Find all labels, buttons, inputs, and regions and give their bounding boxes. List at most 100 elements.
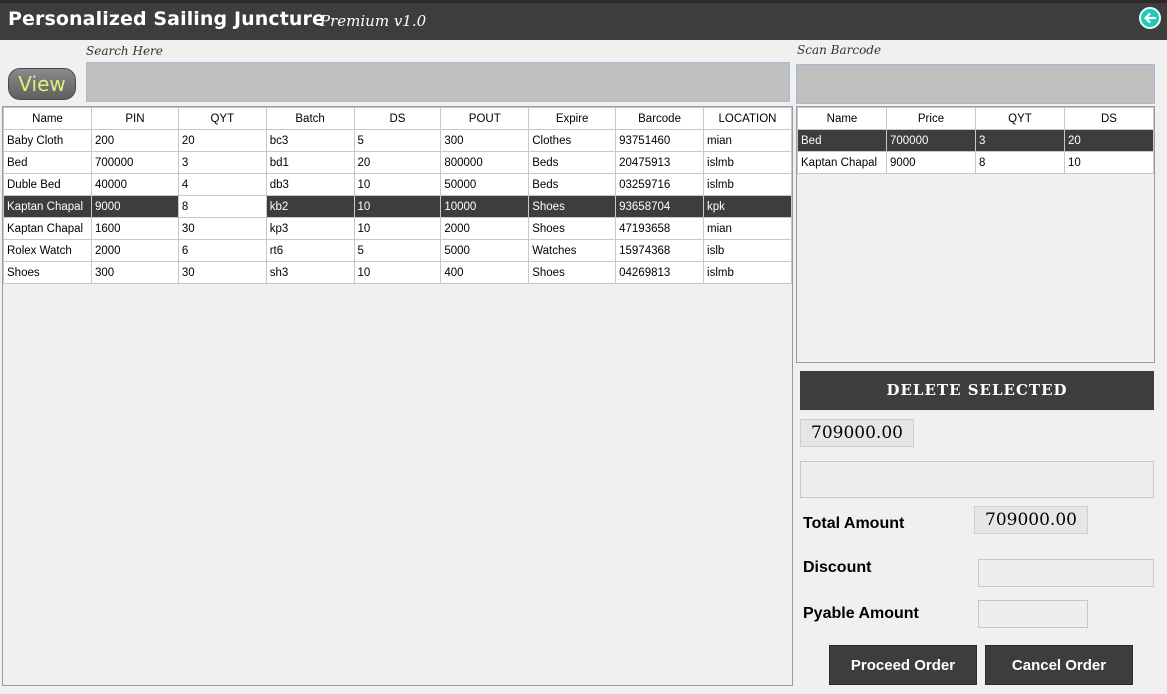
products-table-row[interactable]: Rolex Watch 2000 6 rt6 5 5000 Watches 15974368 i… — [3, 239, 792, 262]
products-table-cell[interactable]: rt6 — [265, 239, 355, 262]
products-table-cell[interactable]: Bed — [3, 151, 92, 174]
products-table-cell[interactable]: Shoes — [3, 261, 92, 284]
cart-column-header[interactable]: Name — [797, 107, 887, 130]
products-table-cell[interactable]: Shoes — [528, 261, 617, 284]
view-button[interactable]: View — [8, 68, 76, 100]
products-table-cell[interactable]: Shoes — [528, 217, 617, 240]
products-table-cell[interactable]: 2000 — [90, 239, 179, 262]
cancel-order-button[interactable]: Cancel Order — [985, 645, 1133, 685]
products-table-cell[interactable]: 10 — [353, 173, 442, 196]
products-table-row[interactable]: Kaptan Chapal 1600 30 kp3 10 2000 Shoes 4719365… — [3, 217, 792, 240]
discount-input[interactable] — [978, 559, 1154, 587]
products-table-cell[interactable]: 20475913 — [615, 151, 705, 174]
proceed-order-button[interactable]: Proceed Order — [829, 645, 977, 685]
products-column-header[interactable]: PIN — [90, 107, 179, 130]
products-table-row[interactable]: Shoes 300 30 sh3 10 400 Shoes 04269813 islmb — [3, 261, 792, 284]
cart-table-row[interactable]: Bed 700000 3 20 — [797, 129, 1154, 152]
cart-table-cell[interactable]: 8 — [975, 151, 1065, 174]
cart-column-header[interactable]: DS — [1064, 107, 1154, 130]
products-table-cell[interactable]: 1600 — [90, 217, 179, 240]
cart-column-header[interactable]: Price — [886, 107, 976, 130]
cart-table-cell[interactable]: 20 — [1064, 129, 1154, 152]
products-table-cell[interactable]: mian — [703, 129, 792, 152]
cart-table-cell[interactable]: 3 — [975, 129, 1065, 152]
products-table-cell[interactable]: 10 — [353, 195, 442, 218]
products-column-header[interactable]: LOCATION — [703, 107, 792, 130]
products-table-cell[interactable]: 40000 — [90, 173, 179, 196]
products-column-header[interactable]: Batch — [265, 107, 355, 130]
products-grid[interactable]: Name PIN QYT Batch DS POUT Expire Barcode LOCATI… — [2, 106, 793, 686]
products-column-header[interactable]: QYT — [177, 107, 267, 130]
products-table-cell[interactable]: 400 — [440, 261, 530, 284]
products-table-cell[interactable]: Duble Bed — [3, 173, 92, 196]
cart-table-cell[interactable]: 9000 — [886, 151, 976, 174]
products-table-cell[interactable]: 93751460 — [615, 129, 705, 152]
products-table-cell[interactable]: 800000 — [440, 151, 530, 174]
products-table-cell[interactable]: mian — [703, 217, 792, 240]
products-table-cell[interactable]: 15974368 — [615, 239, 705, 262]
products-table-cell[interactable]: kb2 — [265, 195, 355, 218]
cart-table-cell[interactable]: 10 — [1064, 151, 1154, 174]
products-table-cell[interactable]: 4 — [177, 173, 267, 196]
cart-table-cell[interactable]: Kaptan Chapal — [797, 151, 887, 174]
products-column-header[interactable]: DS — [353, 107, 442, 130]
cart-column-header[interactable]: QYT — [975, 107, 1065, 130]
products-table-cell[interactable]: Beds — [528, 173, 617, 196]
products-table-cell[interactable]: 10 — [353, 261, 442, 284]
products-table-cell[interactable]: 5 — [353, 239, 442, 262]
products-table-cell[interactable]: 2000 — [440, 217, 530, 240]
products-table-cell[interactable]: 3 — [177, 151, 267, 174]
products-table-cell[interactable]: 6 — [177, 239, 267, 262]
products-column-header[interactable]: POUT — [440, 107, 530, 130]
products-table-cell[interactable]: Beds — [528, 151, 617, 174]
products-table-cell[interactable]: db3 — [265, 173, 355, 196]
products-table-cell[interactable]: 5000 — [440, 239, 530, 262]
products-table-cell[interactable]: islb — [703, 239, 792, 262]
products-column-header[interactable]: Expire — [528, 107, 617, 130]
products-table-cell[interactable]: sh3 — [265, 261, 355, 284]
products-table-cell[interactable]: Watches — [528, 239, 617, 262]
products-table-cell[interactable]: Kaptan Chapal — [3, 195, 92, 218]
products-table-cell[interactable]: 300 — [90, 261, 179, 284]
note-field[interactable] — [800, 461, 1154, 498]
products-table-cell[interactable]: 30 — [177, 261, 267, 284]
delete-selected-button[interactable]: DELETE SELECTED — [800, 371, 1154, 410]
barcode-input[interactable] — [796, 64, 1155, 104]
products-table-cell[interactable]: Clothes — [528, 129, 617, 152]
products-table-cell[interactable]: 30 — [177, 217, 267, 240]
products-table-cell[interactable]: 47193658 — [615, 217, 705, 240]
products-table-cell[interactable]: islmb — [703, 173, 792, 196]
products-table-cell[interactable]: 04269813 — [615, 261, 705, 284]
cart-table-cell[interactable]: 700000 — [886, 129, 976, 152]
products-table-cell[interactable]: 20 — [177, 129, 267, 152]
products-table-row[interactable]: Bed 700000 3 bd1 20 800000 Beds 20475913 islmb — [3, 151, 792, 174]
cart-grid[interactable]: Name Price QYT DS Bed 700000 3 20 Kaptan Chapal… — [796, 106, 1155, 363]
products-table-row[interactable]: Baby Cloth 200 20 bc3 5 300 Clothes 93751460 mia… — [3, 129, 792, 152]
products-table-cell[interactable]: 50000 — [440, 173, 530, 196]
products-table-cell[interactable]: 10 — [353, 217, 442, 240]
products-table-row[interactable]: Duble Bed 40000 4 db3 10 50000 Beds 03259716 isl… — [3, 173, 792, 196]
products-table-cell[interactable]: 5 — [353, 129, 442, 152]
products-table-row[interactable]: Kaptan Chapal 9000 8 kb2 10 10000 Shoes 9365870… — [3, 195, 792, 218]
products-column-header[interactable]: Name — [3, 107, 92, 130]
search-input[interactable] — [86, 62, 790, 102]
products-table-cell[interactable]: 700000 — [90, 151, 179, 174]
cart-table-cell[interactable]: Bed — [797, 129, 887, 152]
products-table-cell[interactable]: bd1 — [265, 151, 355, 174]
products-table-cell[interactable]: Shoes — [528, 195, 617, 218]
products-table-cell[interactable]: 9000 — [90, 195, 179, 218]
products-table-cell[interactable]: 93658704 — [615, 195, 705, 218]
products-table-cell[interactable]: 300 — [440, 129, 530, 152]
products-table-cell[interactable]: Rolex Watch — [3, 239, 92, 262]
products-table-cell[interactable]: Kaptan Chapal — [3, 217, 92, 240]
products-table-cell[interactable]: kp3 — [265, 217, 355, 240]
products-table-cell[interactable]: 8 — [177, 195, 267, 218]
products-table-cell[interactable]: kpk — [703, 195, 792, 218]
products-table-cell[interactable]: islmb — [703, 151, 792, 174]
back-button[interactable] — [1139, 7, 1161, 29]
cart-table-row[interactable]: Kaptan Chapal 9000 8 10 — [797, 151, 1154, 174]
products-column-header[interactable]: Barcode — [615, 107, 705, 130]
products-table-cell[interactable]: 200 — [90, 129, 179, 152]
products-table-cell[interactable]: 10000 — [440, 195, 530, 218]
products-table-cell[interactable]: Baby Cloth — [3, 129, 92, 152]
